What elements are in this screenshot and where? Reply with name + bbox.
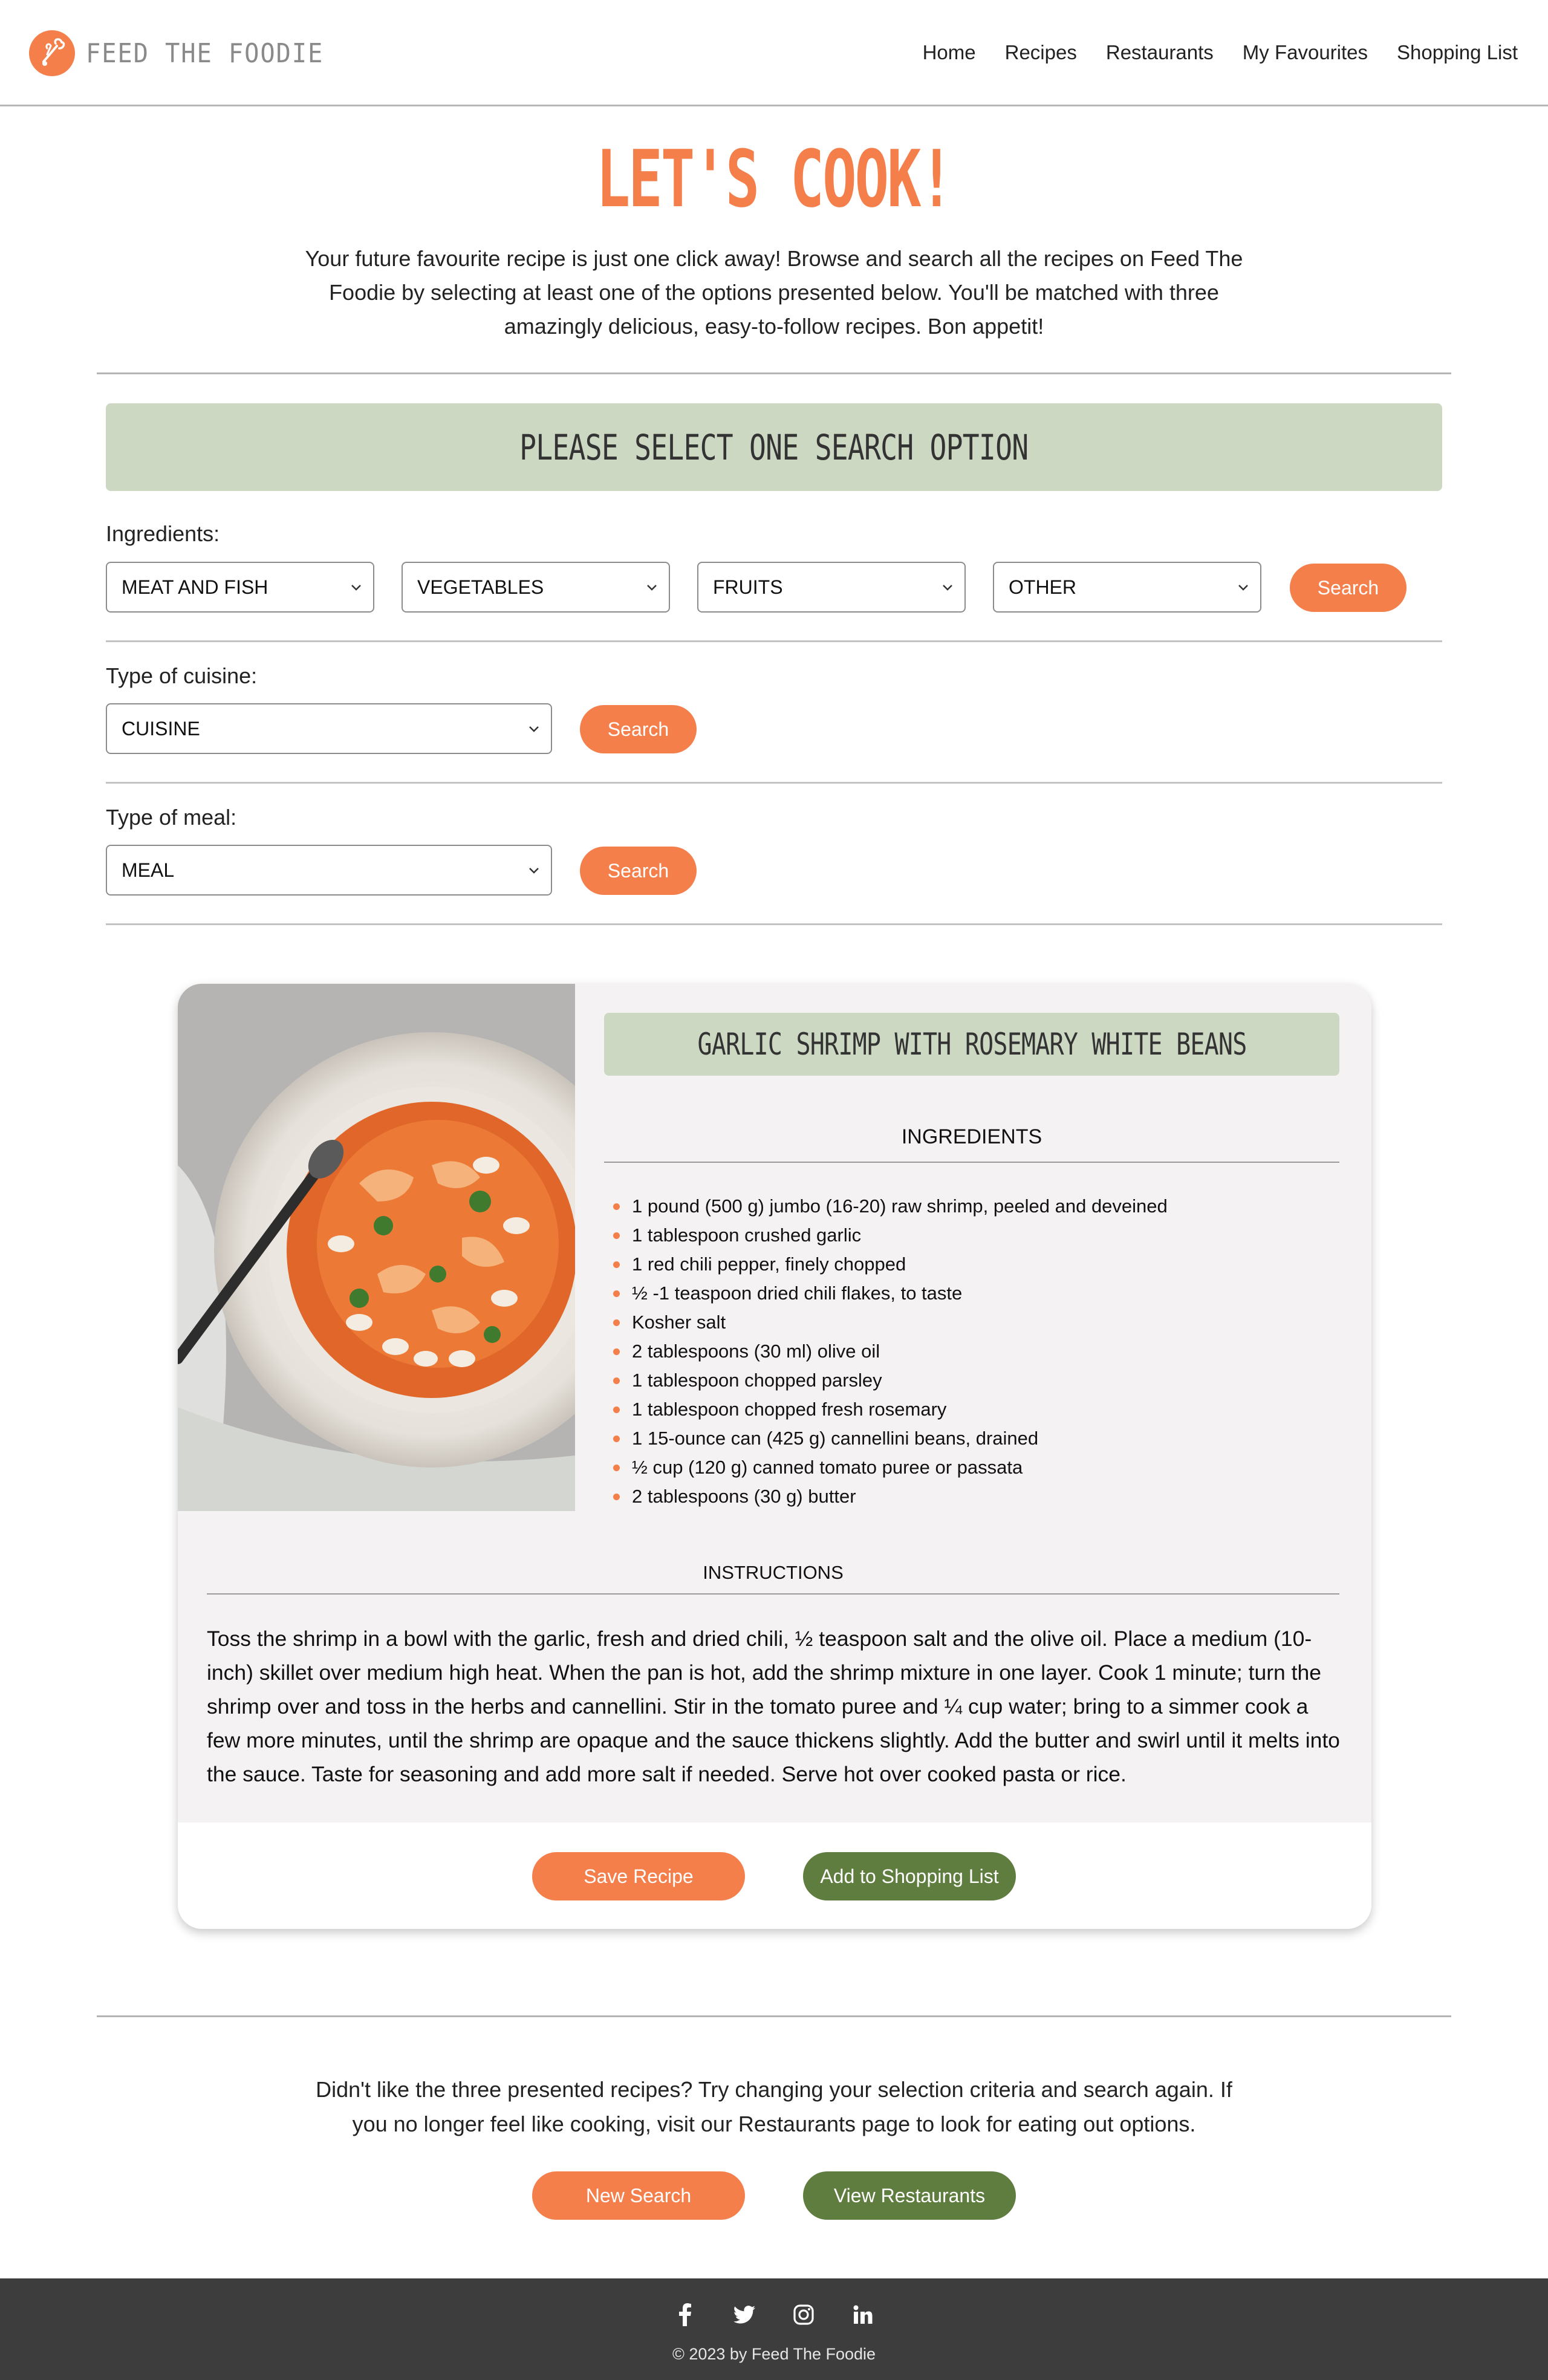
select-value: OTHER xyxy=(1009,576,1076,598)
list-item: 2 tablespoons (30 ml) olive oil xyxy=(613,1337,1168,1366)
select-value: MEAL xyxy=(122,859,175,881)
brand-name: FEED THE FOODIE xyxy=(86,37,324,69)
nav-shopping-list[interactable]: Shopping List xyxy=(1397,41,1518,64)
ingredients-list: 1 pound (500 g) jumbo (16-20) raw shrimp… xyxy=(613,1192,1168,1511)
cuisine-search-button[interactable]: Search xyxy=(580,705,697,753)
intro-text: Your future favourite recipe is just one… xyxy=(305,246,1243,339)
new-search-button[interactable]: New Search xyxy=(532,2171,745,2220)
bullet-icon xyxy=(613,1261,620,1268)
nav-recipes[interactable]: Recipes xyxy=(1005,41,1077,64)
select-value: VEGETABLES xyxy=(417,576,544,598)
meal-label: Type of meal: xyxy=(106,805,237,830)
list-item: 1 tablespoon crushed garlic xyxy=(613,1221,1168,1250)
recipe-image xyxy=(178,984,575,1511)
bullet-icon xyxy=(613,1319,620,1326)
bullet-icon xyxy=(613,1464,620,1471)
ingredient-text: 1 tablespoon chopped fresh rosemary xyxy=(632,1399,947,1420)
select-value: FRUITS xyxy=(713,576,783,598)
chevron-down-icon xyxy=(351,585,361,591)
bullet-icon xyxy=(613,1377,620,1384)
select-value: MEAT AND FISH xyxy=(122,576,268,598)
divider xyxy=(97,372,1451,374)
ingredient-text: 2 tablespoons (30 ml) olive oil xyxy=(632,1341,880,1362)
ingredient-text: 1 tablespoon crushed garlic xyxy=(632,1224,862,1246)
ingredient-text: 1 tablespoon chopped parsley xyxy=(632,1370,882,1391)
ingredients-heading: INGREDIENTS xyxy=(901,1125,1042,1148)
outro-text: Didn't like the three presented recipes?… xyxy=(316,2077,1232,2136)
bullet-icon xyxy=(613,1203,620,1210)
list-item: 1 red chili pepper, finely chopped xyxy=(613,1250,1168,1279)
instagram-icon[interactable] xyxy=(792,2303,816,2327)
list-item: 2 tablespoons (30 g) butter xyxy=(613,1482,1168,1511)
twitter-icon[interactable] xyxy=(732,2303,756,2327)
bullet-icon xyxy=(613,1406,620,1413)
list-item: 1 tablespoon chopped parsley xyxy=(613,1366,1168,1395)
list-item: 1 15-ounce can (425 g) cannellini beans,… xyxy=(613,1424,1168,1453)
meal-search-button[interactable]: Search xyxy=(580,847,697,895)
bullet-icon xyxy=(613,1435,620,1442)
bullet-icon xyxy=(613,1493,620,1500)
view-restaurants-button[interactable]: View Restaurants xyxy=(803,2171,1016,2220)
ingredients-label: Ingredients: xyxy=(106,521,220,546)
instructions-heading: INSTRUCTIONS xyxy=(703,1562,844,1583)
add-to-shopping-list-button[interactable]: Add to Shopping List xyxy=(803,1852,1016,1900)
list-item: 1 tablespoon chopped fresh rosemary xyxy=(613,1395,1168,1424)
other-select[interactable]: OTHER xyxy=(993,562,1261,613)
cuisine-select[interactable]: CUISINE xyxy=(106,703,552,754)
list-item: ½ -1 teaspoon dried chili flakes, to tas… xyxy=(613,1279,1168,1308)
search-banner: PLEASE SELECT ONE SEARCH OPTION xyxy=(106,403,1442,491)
nav-restaurants[interactable]: Restaurants xyxy=(1106,41,1214,64)
divider xyxy=(97,2015,1451,2017)
chevron-down-icon xyxy=(529,726,539,732)
ingredients-search-button[interactable]: Search xyxy=(1290,564,1407,612)
search-banner-title: PLEASE SELECT ONE SEARCH OPTION xyxy=(519,426,1029,468)
chef-hat-icon xyxy=(29,30,75,76)
vegetables-select[interactable]: VEGETABLES xyxy=(402,562,670,613)
navbar: FEED THE FOODIE Home Recipes Restaurants… xyxy=(0,0,1548,106)
bullet-icon xyxy=(613,1348,620,1355)
linkedin-icon[interactable] xyxy=(851,2303,875,2327)
chevron-down-icon xyxy=(1238,585,1248,591)
ingredient-text: 1 pound (500 g) jumbo (16-20) raw shrimp… xyxy=(632,1195,1168,1217)
divider xyxy=(106,923,1442,925)
instructions-text: Toss the shrimp in a bowl with the garli… xyxy=(207,1627,1340,1786)
bullet-icon xyxy=(613,1290,620,1297)
page-title: LET'S COOK! xyxy=(596,133,954,225)
meal-select[interactable]: MEAL xyxy=(106,845,552,896)
bullet-icon xyxy=(613,1232,620,1239)
social-links xyxy=(0,2303,1548,2327)
ingredient-text: Kosher salt xyxy=(632,1312,726,1333)
select-value: CUISINE xyxy=(122,717,200,740)
list-item: 1 pound (500 g) jumbo (16-20) raw shrimp… xyxy=(613,1192,1168,1221)
nav-my-favourites[interactable]: My Favourites xyxy=(1243,41,1368,64)
chevron-down-icon xyxy=(647,585,657,591)
main-nav: Home Recipes Restaurants My Favourites S… xyxy=(923,41,1518,64)
fruits-select[interactable]: FRUITS xyxy=(697,562,966,613)
ingredient-text: ½ cup (120 g) canned tomato puree or pas… xyxy=(632,1457,1023,1478)
list-item: ½ cup (120 g) canned tomato puree or pas… xyxy=(613,1453,1168,1482)
recipe-title-banner: GARLIC SHRIMP WITH ROSEMARY WHITE BEANS xyxy=(604,1013,1339,1076)
recipe-card: GARLIC SHRIMP WITH ROSEMARY WHITE BEANS … xyxy=(178,984,1371,1929)
recipe-title: GARLIC SHRIMP WITH ROSEMARY WHITE BEANS xyxy=(697,1027,1247,1062)
chevron-down-icon xyxy=(943,585,952,591)
ingredient-text: ½ -1 teaspoon dried chili flakes, to tas… xyxy=(632,1283,963,1304)
recipe-card-body: GARLIC SHRIMP WITH ROSEMARY WHITE BEANS … xyxy=(178,984,1371,1822)
divider xyxy=(106,640,1442,642)
ingredient-text: 1 15-ounce can (425 g) cannellini beans,… xyxy=(632,1428,1039,1449)
divider xyxy=(604,1162,1339,1163)
divider xyxy=(207,1593,1339,1595)
footer: © 2023 by Feed The Foodie xyxy=(0,2278,1548,2380)
facebook-icon[interactable] xyxy=(673,2303,697,2327)
divider xyxy=(106,782,1442,784)
cuisine-label: Type of cuisine: xyxy=(106,663,258,688)
ingredient-text: 2 tablespoons (30 g) butter xyxy=(632,1486,856,1507)
ingredient-text: 1 red chili pepper, finely chopped xyxy=(632,1253,906,1275)
brand-logo[interactable]: FEED THE FOODIE xyxy=(29,30,344,76)
chevron-down-icon xyxy=(529,868,539,874)
meat-fish-select[interactable]: MEAT AND FISH xyxy=(106,562,374,613)
nav-home[interactable]: Home xyxy=(923,41,976,64)
save-recipe-button[interactable]: Save Recipe xyxy=(532,1852,745,1900)
copyright-text: © 2023 by Feed The Foodie xyxy=(672,2345,876,2363)
list-item: Kosher salt xyxy=(613,1308,1168,1337)
